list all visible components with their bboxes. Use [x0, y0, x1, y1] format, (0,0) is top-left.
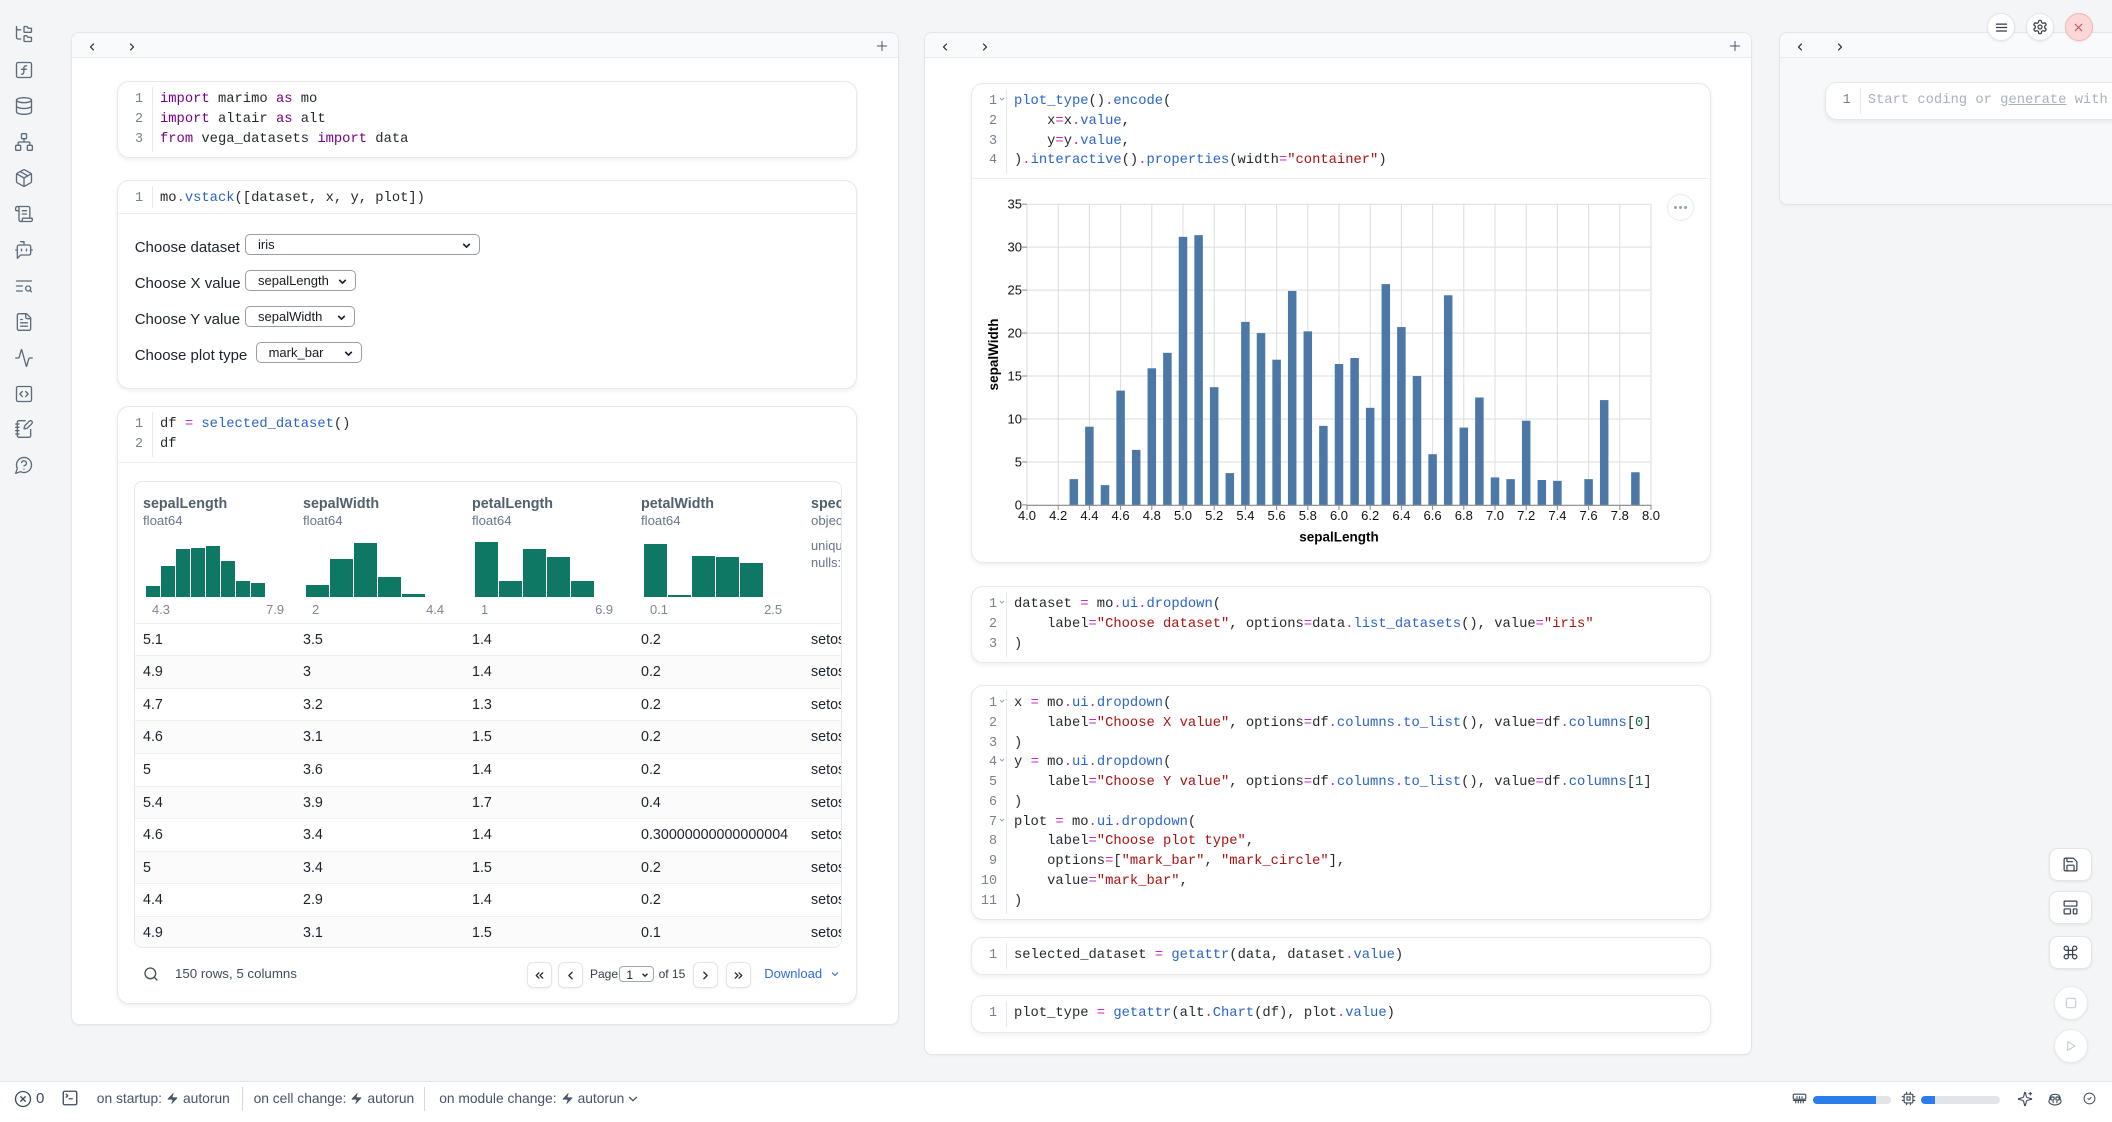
svg-text:4.4: 4.4 [1080, 508, 1098, 523]
svg-text:4.2: 4.2 [1049, 508, 1067, 523]
svg-text:7.6: 7.6 [1580, 508, 1598, 523]
svg-text:35: 35 [1008, 197, 1022, 212]
svg-text:7.4: 7.4 [1548, 508, 1566, 523]
svg-text:20: 20 [1008, 326, 1022, 341]
svg-text:6.8: 6.8 [1455, 508, 1473, 523]
svg-text:5.6: 5.6 [1268, 508, 1286, 523]
svg-text:4.6: 4.6 [1112, 508, 1130, 523]
svg-text:6.2: 6.2 [1361, 508, 1379, 523]
svg-text:sepalWidth: sepalWidth [986, 319, 1001, 391]
svg-text:10: 10 [1008, 412, 1022, 427]
svg-text:6.4: 6.4 [1392, 508, 1410, 523]
svg-text:25: 25 [1008, 283, 1022, 298]
svg-text:30: 30 [1008, 240, 1022, 255]
svg-text:5.2: 5.2 [1205, 508, 1223, 523]
svg-text:6.6: 6.6 [1424, 508, 1442, 523]
svg-text:8.0: 8.0 [1642, 508, 1660, 523]
svg-text:sepalLength: sepalLength [1299, 529, 1379, 544]
svg-text:5: 5 [1015, 454, 1022, 469]
svg-text:15: 15 [1008, 369, 1022, 384]
svg-text:4.8: 4.8 [1143, 508, 1161, 523]
svg-text:7.0: 7.0 [1486, 508, 1504, 523]
svg-text:5.8: 5.8 [1299, 508, 1317, 523]
svg-text:7.8: 7.8 [1611, 508, 1629, 523]
svg-text:5.4: 5.4 [1236, 508, 1254, 523]
svg-text:7.2: 7.2 [1517, 508, 1535, 523]
svg-text:5.0: 5.0 [1174, 508, 1192, 523]
svg-text:4.0: 4.0 [1018, 508, 1036, 523]
svg-text:6.0: 6.0 [1330, 508, 1348, 523]
